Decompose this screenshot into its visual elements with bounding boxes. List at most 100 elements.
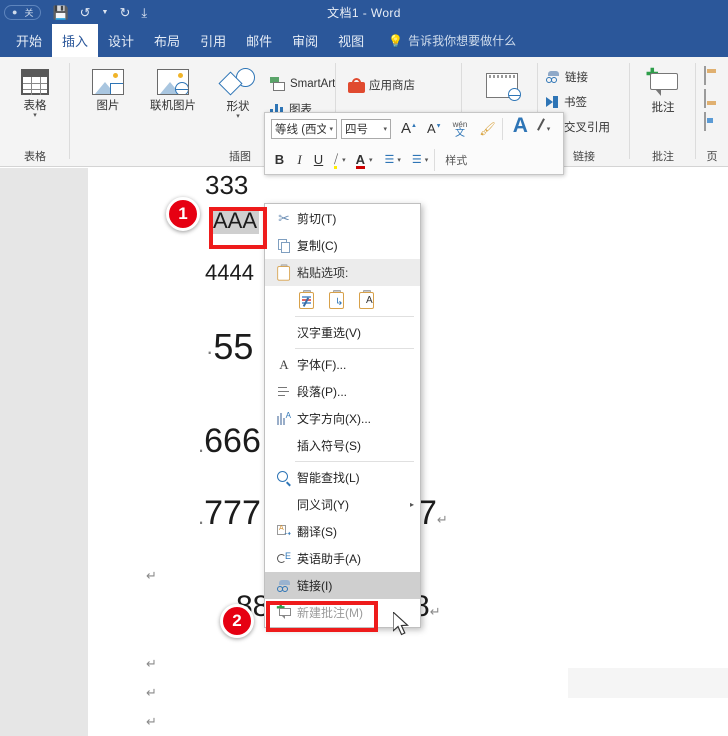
selected-text[interactable]: AAA xyxy=(211,207,259,234)
chevron-down-icon[interactable]: ▾ xyxy=(342,156,346,164)
chevron-down-icon: ▾ xyxy=(329,125,333,133)
font-color-button[interactable]: A xyxy=(356,152,365,167)
mini-format-toolbar[interactable]: 等线 (西文 ▾ 四号 ▾ A▲ A▼ wén 文 🖌 A ▾ xyxy=(264,112,564,175)
context-menu[interactable]: ✂ 剪切(T) 复制(C) 粘贴选项: ↳ A xyxy=(264,203,421,628)
paste-keep-text-only-icon[interactable]: A xyxy=(359,290,376,309)
chevron-down-icon: ▾ xyxy=(33,113,37,119)
menu-item-cut[interactable]: ✂ 剪切(T) xyxy=(265,205,420,232)
doc-line-333: 333 xyxy=(205,170,248,201)
menu-item-smart-lookup[interactable]: 智能查找(L) xyxy=(265,464,420,491)
paragraph-mark: ↵ xyxy=(146,714,157,730)
italic-button[interactable]: I xyxy=(292,152,307,168)
menu-item-insert-symbol[interactable]: 插入符号(S) xyxy=(265,432,420,459)
numbering-button[interactable]: ☰ xyxy=(412,153,421,166)
paragraph-mark: ↵ xyxy=(146,656,157,672)
word-window: ● 关 💾 ↺ ▼ ↻ ⤓ 文档1 - Word 开始 插入 设计 布局 引用 … xyxy=(0,0,728,736)
paste-merge-formatting-icon[interactable]: ↳ xyxy=(329,290,346,309)
font-size-combo[interactable]: 四号 ▾ xyxy=(341,119,391,139)
tab-kaishi[interactable]: 开始 xyxy=(6,24,52,57)
styles-label: 样式 xyxy=(445,152,467,168)
chevron-down-icon[interactable]: ▾ xyxy=(369,156,373,164)
office-store-label: 应用商店 xyxy=(369,77,415,93)
tab-charu[interactable]: 插入 xyxy=(52,24,98,57)
menu-item-font[interactable]: A 字体(F)... xyxy=(265,351,420,378)
chevron-down-icon[interactable]: ▾ xyxy=(397,156,401,164)
annotation-step-2: 2 xyxy=(220,604,254,638)
insert-bookmark-button[interactable]: 书签 xyxy=(546,94,587,110)
store-icon xyxy=(348,78,365,93)
tab-buju[interactable]: 布局 xyxy=(144,24,190,57)
footer-button[interactable] xyxy=(704,90,706,108)
grow-font-button[interactable]: A▲ xyxy=(401,120,417,137)
table-icon xyxy=(21,69,49,95)
ribbon-group-header-footer: 页 xyxy=(696,57,728,167)
online-video-button[interactable] xyxy=(474,73,530,98)
insert-shapes-label: 形状 xyxy=(227,98,250,114)
phonetic-guide-button[interactable]: wén 文 xyxy=(453,120,468,138)
paragraph-mark: ↵ xyxy=(146,568,157,584)
bold-button[interactable]: B xyxy=(271,152,288,167)
english-assistant-icon: E xyxy=(271,552,297,565)
mouse-cursor-icon xyxy=(393,612,411,638)
online-video-icon xyxy=(486,73,518,98)
mini-toolbar-row-2: B I U ⧸ ▾ A ▾ ☰ ▾ ☰ ▾ 样式 xyxy=(265,144,563,175)
menu-item-text-direction[interactable]: A 文字方向(X)... xyxy=(265,405,420,432)
insert-online-picture-button[interactable]: 联机图片 xyxy=(140,69,206,113)
highlight-button[interactable]: ⧸ xyxy=(334,152,338,167)
paste-options-row[interactable]: ↳ A xyxy=(265,286,420,314)
menu-item-link[interactable]: 链接(I) xyxy=(265,572,420,599)
title-bar: ● 关 💾 ↺ ▼ ↻ ⤓ 文档1 - Word xyxy=(0,0,728,24)
tab-yinyong[interactable]: 引用 xyxy=(190,24,236,57)
chevron-down-icon: ▾ xyxy=(383,125,387,133)
insert-link-label: 链接 xyxy=(565,69,588,85)
bullets-button[interactable]: ☰ xyxy=(385,153,394,166)
paragraph-mark: ↵ xyxy=(146,685,157,701)
group-label-comments: 批注 xyxy=(630,148,696,164)
insert-table-button[interactable]: 表格 ▾ xyxy=(7,69,63,119)
page-number-button[interactable] xyxy=(704,113,706,131)
format-painter-icon[interactable]: 🖌 xyxy=(479,121,496,137)
group-label-table: 表格 xyxy=(0,148,70,164)
smartart-icon xyxy=(270,77,286,91)
menu-divider xyxy=(295,316,414,317)
menu-item-paragraph[interactable]: 段落(P)... xyxy=(265,378,420,405)
new-comment-button[interactable]: ✚ 批注 xyxy=(644,69,682,115)
tab-shitu[interactable]: 视图 xyxy=(328,24,374,57)
doc-line-aaa: AAA xyxy=(211,208,259,234)
office-store-button[interactable]: 应用商店 xyxy=(348,77,415,93)
doc-line-777-tail: 7↵ xyxy=(418,494,448,533)
picture-icon xyxy=(92,69,124,95)
tab-shenyue[interactable]: 审阅 xyxy=(282,24,328,57)
bookmark-icon xyxy=(546,96,560,108)
menu-item-synonyms[interactable]: 同义词(Y) ▸ xyxy=(265,491,420,518)
comment-icon: ✚ xyxy=(646,69,680,97)
paste-icon xyxy=(271,263,297,282)
insert-table-label: 表格 xyxy=(24,97,47,113)
header-icon xyxy=(704,66,706,85)
tab-sheji[interactable]: 设计 xyxy=(98,24,144,57)
insert-link-button[interactable]: 链接 xyxy=(546,69,588,85)
menu-item-translate[interactable]: ⇢ 翻译(S) xyxy=(265,518,420,545)
menu-item-reselect-hanzi[interactable]: 汉字重选(V) xyxy=(265,319,420,346)
underline-button[interactable]: U xyxy=(311,152,326,167)
chevron-down-icon[interactable]: ▾ xyxy=(425,156,429,164)
header-button[interactable] xyxy=(704,67,706,85)
shrink-font-button[interactable]: A▼ xyxy=(427,121,442,136)
insert-smartart-label: SmartArt xyxy=(290,78,335,90)
tab-youjian[interactable]: 邮件 xyxy=(236,24,282,57)
ribbon-group-table: 表格 ▾ 表格 xyxy=(0,57,70,167)
menu-divider xyxy=(295,348,414,349)
lightbulb-icon: 💡 xyxy=(388,34,403,48)
insert-picture-button[interactable]: 图片 xyxy=(80,69,136,113)
ribbon-group-comments: ✚ 批注 批注 xyxy=(630,57,696,167)
menu-item-english-assistant[interactable]: E 英语助手(A) xyxy=(265,545,420,572)
font-name-combo[interactable]: 等线 (西文 ▾ xyxy=(271,119,337,139)
insert-smartart-button[interactable]: SmartArt xyxy=(270,77,335,91)
menu-item-copy[interactable]: 复制(C) xyxy=(265,232,420,259)
doc-line-55: ·55 xyxy=(206,326,253,368)
styles-icon[interactable]: A xyxy=(513,116,543,142)
insert-shapes-button[interactable]: 形状 ▾ xyxy=(210,68,266,120)
tell-me-search[interactable]: 💡 告诉我你想要做什么 xyxy=(374,24,516,57)
paste-keep-formatting-icon[interactable] xyxy=(299,290,316,309)
chevron-down-icon[interactable]: ▾ xyxy=(547,125,551,133)
